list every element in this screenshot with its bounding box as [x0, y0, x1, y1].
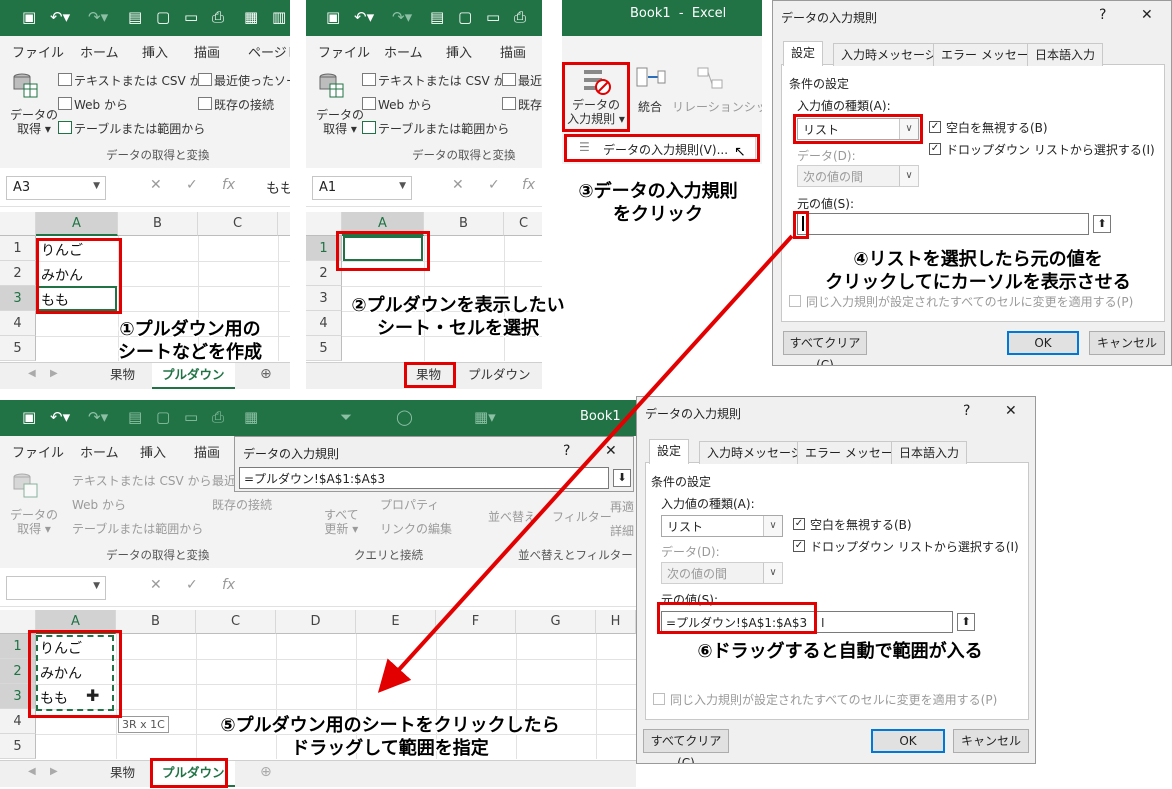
step3-line1: ③データの入力規則 — [578, 181, 738, 202]
step1-line2: シートなどを作成 — [118, 342, 262, 363]
step5-line2: ドラッグして範囲を指定 — [291, 738, 489, 759]
step2-line1: ②プルダウンを表示したい — [351, 295, 565, 316]
step1-line1: ①プルダウン用の — [119, 319, 261, 340]
step4-line1: ④リストを選択したら元の値を — [853, 249, 1103, 270]
flow-arrow — [377, 234, 794, 693]
step5-line1: ⑤プルダウン用のシートをクリックしたら — [220, 715, 560, 736]
step6-note: ⑥ドラッグすると自動で範囲が入る — [660, 640, 1020, 663]
step2-line2: シート・セルを選択 — [377, 318, 539, 339]
step1-note: ①プルダウン用の シートなどを作成 — [100, 318, 280, 364]
step6-line: ⑥ドラッグすると自動で範囲が入る — [697, 641, 983, 662]
step2-note: ②プルダウンを表示したい シート・セルを選択 — [318, 294, 598, 340]
step3-note: ③データの入力規則 をクリック — [548, 180, 768, 226]
step5-note: ⑤プルダウン用のシートをクリックしたら ドラッグして範囲を指定 — [160, 714, 620, 760]
step4-line2: クリックしてにカーソルを表示させる — [825, 272, 1131, 293]
step4-note: ④リストを選択したら元の値を クリックしてにカーソルを表示させる — [790, 248, 1166, 294]
step3-line2: をクリック — [613, 204, 703, 225]
